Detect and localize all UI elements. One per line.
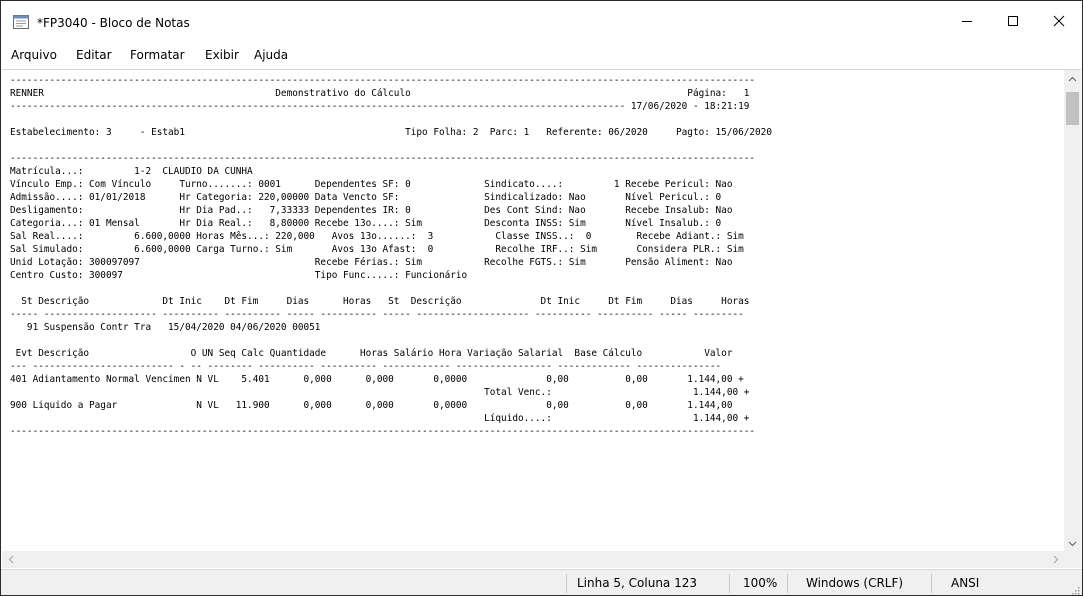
scrollbar-corner	[1064, 551, 1081, 568]
maximize-button[interactable]	[990, 1, 1036, 41]
cursor-position: Linha 5, Coluna 123	[577, 576, 697, 590]
vertical-scroll-thumb[interactable]	[1066, 92, 1079, 125]
horizontal-scroll-track[interactable]	[19, 553, 1047, 566]
document-text[interactable]: ----------------------------------------…	[10, 74, 1060, 438]
text-area[interactable]: ----------------------------------------…	[10, 74, 1060, 544]
menu-ajuda[interactable]: Ajuda	[254, 48, 288, 62]
title-bar[interactable]: *FP3040 - Bloco de Notas	[1, 1, 1082, 45]
horizontal-scrollbar[interactable]	[2, 551, 1064, 568]
minimize-button[interactable]	[944, 1, 990, 41]
status-bar: Linha 5, Coluna 123 100% Windows (CRLF) …	[1, 569, 1082, 595]
status-divider	[729, 574, 730, 593]
menu-editar[interactable]: Editar	[76, 48, 112, 62]
notepad-icon	[13, 14, 29, 29]
status-divider	[787, 574, 788, 593]
window-title: *FP3040 - Bloco de Notas	[37, 16, 190, 30]
scroll-down-arrow-icon[interactable]	[1064, 535, 1081, 552]
menu-bar: Arquivo Editar Formatar Exibir Ajuda	[1, 45, 1082, 69]
menu-formatar[interactable]: Formatar	[130, 48, 185, 62]
vertical-scrollbar[interactable]	[1064, 70, 1081, 552]
scroll-left-arrow-icon[interactable]	[2, 551, 19, 568]
menu-exibir[interactable]: Exibir	[205, 48, 239, 62]
minimize-icon	[962, 21, 972, 22]
notepad-window: *FP3040 - Bloco de Notas Arquivo Editar …	[0, 0, 1083, 596]
line-ending: Windows (CRLF)	[806, 576, 904, 590]
zoom-level: 100%	[743, 576, 778, 590]
maximize-icon	[1008, 16, 1018, 26]
resize-grip-icon[interactable]	[1070, 584, 1080, 595]
status-divider	[931, 574, 932, 593]
close-button[interactable]	[1036, 1, 1082, 41]
close-icon	[1053, 15, 1065, 27]
scroll-up-arrow-icon[interactable]	[1064, 70, 1081, 87]
text-editor[interactable]: ----------------------------------------…	[2, 69, 1081, 552]
menu-arquivo[interactable]: Arquivo	[11, 48, 57, 62]
status-divider	[566, 574, 567, 593]
encoding: ANSI	[951, 576, 980, 590]
scroll-right-arrow-icon[interactable]	[1047, 551, 1064, 568]
